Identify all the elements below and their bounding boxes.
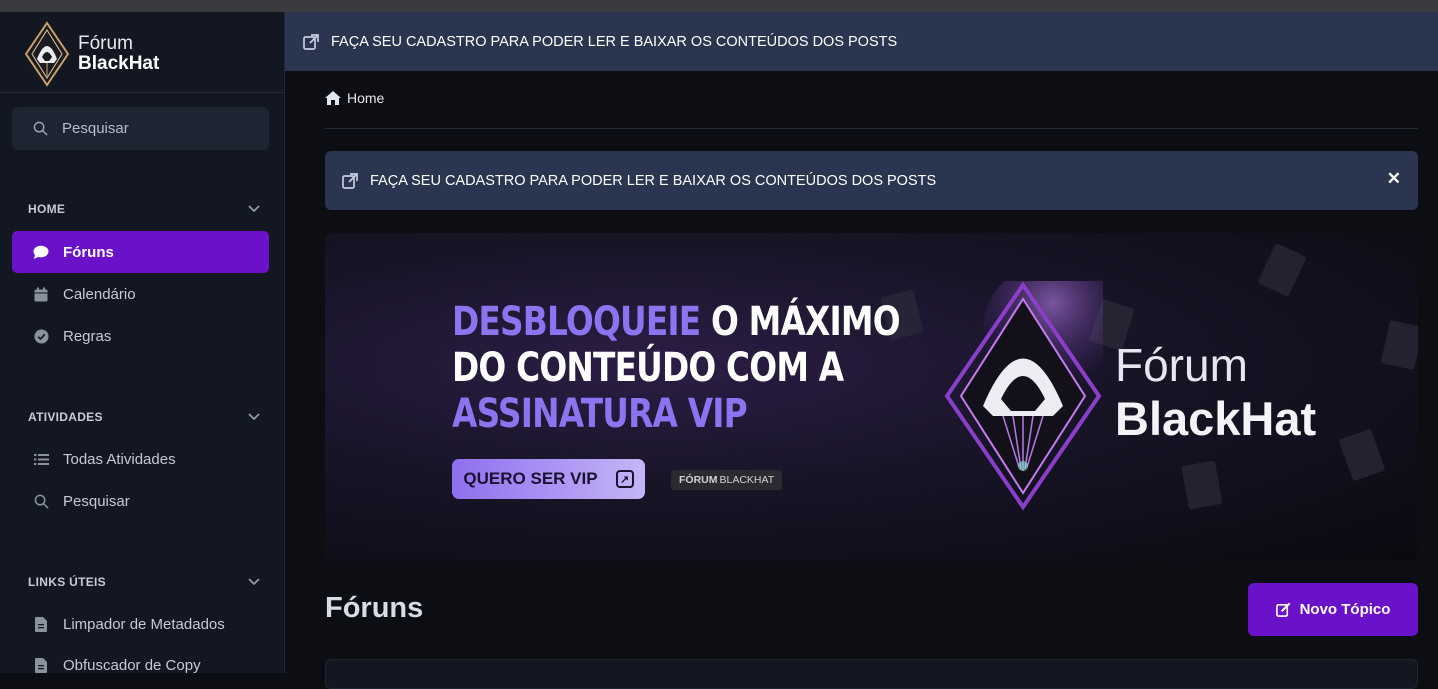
brand-tag-rest: BLACKHAT [719, 474, 775, 486]
home-icon [325, 90, 341, 106]
sidebar-item-label: Todas Atividades [63, 450, 176, 468]
decor-card [1181, 460, 1223, 510]
headline-text: O MÁXIMO [700, 299, 901, 345]
section-atividades-header[interactable]: ATIVIDADES [28, 410, 260, 424]
list-icon [33, 451, 49, 467]
window-top-strip [0, 0, 1438, 12]
banner-logo-line-1: Fórum [1115, 339, 1248, 391]
vip-button-label: QUERO SER VIP [463, 469, 598, 488]
forum-list-panel [325, 659, 1418, 689]
file-icon [33, 616, 49, 632]
sidebar-item-pesquisar[interactable]: Pesquisar [12, 480, 269, 522]
section-home-title: HOME [28, 202, 66, 216]
section-atividades-title: ATIVIDADES [28, 410, 103, 424]
close-icon[interactable]: ✕ [1387, 169, 1401, 189]
sidebar-item-label: Obfuscador de Copy [63, 656, 201, 674]
section-links-title: LINKS ÚTEIS [28, 575, 106, 589]
section-home-header[interactable]: HOME [28, 202, 260, 216]
check-circle-icon [33, 328, 49, 344]
external-link-icon [342, 172, 358, 189]
comment-icon [33, 244, 49, 260]
sidebar-item-label: Fóruns [63, 243, 114, 261]
registration-notice[interactable]: FAÇA SEU CADASTRO PARA PODER LER E BAIXA… [325, 151, 1418, 210]
notice-text: FAÇA SEU CADASTRO PARA PODER LER E BAIXA… [370, 172, 937, 189]
hooded-diamond-emblem-icon [944, 281, 1103, 511]
sidebar-item-limpador[interactable]: Limpador de Metadados [12, 603, 269, 645]
banner-brand-tag: FÓRUM BLACKHAT [671, 470, 783, 490]
sidebar-item-foruns[interactable]: Fóruns [12, 231, 269, 273]
new-topic-label: Novo Tópico [1299, 601, 1391, 618]
sidebar-item-label: Regras [63, 327, 112, 345]
page-title: Fóruns [325, 592, 424, 624]
vip-button[interactable]: QUERO SER VIP ↗ [452, 459, 645, 499]
chevron-down-icon [248, 410, 260, 424]
chevron-down-icon [248, 202, 260, 216]
vip-banner[interactable]: DESBLOQUEIE O MÁXIMO DO CONTEÚDO COM A A… [325, 233, 1418, 561]
logo-line-2: BlackHat [78, 53, 160, 74]
search-icon [32, 121, 48, 137]
section-links-header[interactable]: LINKS ÚTEIS [28, 575, 260, 589]
new-topic-button[interactable]: Novo Tópico [1248, 583, 1418, 636]
breadcrumb-home[interactable]: Home [347, 90, 384, 106]
logo-line-1: Fórum [78, 33, 133, 54]
sidebar-search-label: Pesquisar [62, 120, 129, 137]
decor-card [1338, 428, 1386, 482]
sidebar-item-label: Calendário [63, 285, 136, 303]
edit-icon [1276, 602, 1292, 618]
sidebar: Fórum BlackHat Pesquisar HOME Fóruns Cal… [0, 12, 285, 674]
brand-tag-bold: FÓRUM [679, 474, 718, 486]
headline-highlight: ASSINATURA VIP [452, 391, 748, 437]
chevron-down-icon [248, 575, 260, 589]
file-icon [33, 657, 49, 673]
arrow-up-right-icon: ↗ [615, 470, 634, 488]
search-icon [33, 493, 49, 509]
top-announcement-bar[interactable]: FAÇA SEU CADASTRO PARA PODER LER E BAIXA… [285, 12, 1438, 71]
decor-card [1257, 242, 1307, 298]
headline-highlight: DESBLOQUEIE [452, 299, 701, 345]
sidebar-item-calendario[interactable]: Calendário [12, 273, 269, 315]
sidebar-item-regras[interactable]: Regras [12, 315, 269, 357]
sidebar-search[interactable]: Pesquisar [12, 107, 269, 150]
sidebar-item-label: Pesquisar [63, 492, 130, 510]
decor-card [1380, 319, 1418, 371]
hooded-diamond-logo-icon [24, 21, 70, 87]
top-announcement-text: FAÇA SEU CADASTRO PARA PODER LER E BAIXA… [331, 33, 898, 50]
site-logo[interactable]: Fórum BlackHat [24, 18, 159, 90]
calendar-icon [33, 286, 49, 302]
external-link-icon [303, 33, 319, 50]
sidebar-item-obfuscador[interactable]: Obfuscador de Copy [12, 644, 269, 686]
breadcrumb[interactable]: Home [325, 90, 384, 106]
sidebar-item-todas-atividades[interactable]: Todas Atividades [12, 438, 269, 480]
main-content: FAÇA SEU CADASTRO PARA PODER LER E BAIXA… [285, 12, 1438, 689]
headline-text: DO CONTEÚDO COM A [452, 345, 844, 391]
banner-logo-line-2: BlackHat [1115, 392, 1317, 445]
banner-headline: DESBLOQUEIE O MÁXIMO DO CONTEÚDO COM A A… [452, 299, 901, 437]
sidebar-divider [0, 92, 284, 93]
sidebar-item-label: Limpador de Metadados [63, 615, 225, 633]
banner-logo-text: Fórum BlackHat [1115, 338, 1316, 446]
breadcrumb-divider [325, 128, 1418, 129]
